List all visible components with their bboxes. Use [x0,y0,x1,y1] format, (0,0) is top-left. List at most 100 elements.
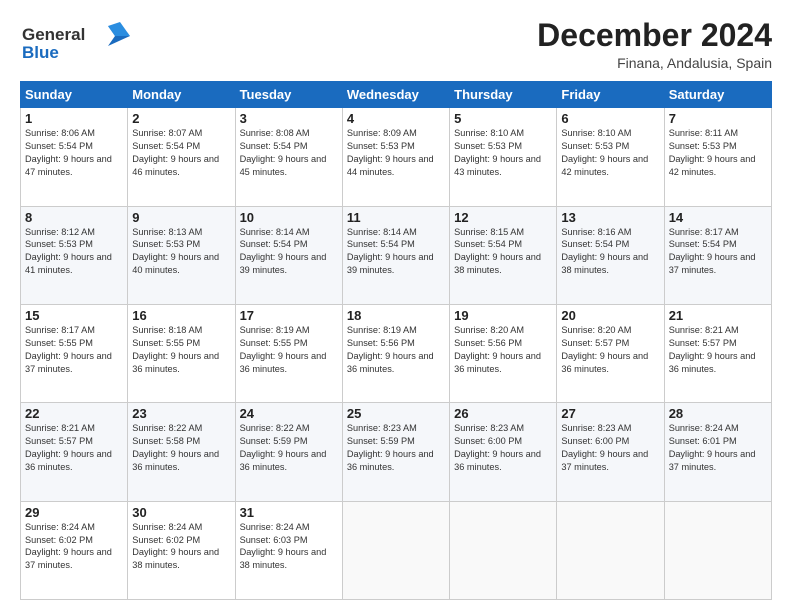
header: General Blue December 2024 Finana, Andal… [20,18,772,71]
day-number: 10 [240,210,338,225]
day-detail: Sunrise: 8:17 AM Sunset: 5:55 PM Dayligh… [25,324,123,376]
table-row: 7 Sunrise: 8:11 AM Sunset: 5:53 PM Dayli… [664,108,771,206]
day-detail: Sunrise: 8:12 AM Sunset: 5:53 PM Dayligh… [25,226,123,278]
col-wednesday: Wednesday [342,82,449,108]
day-detail: Sunrise: 8:22 AM Sunset: 5:58 PM Dayligh… [132,422,230,474]
day-detail: Sunrise: 8:16 AM Sunset: 5:54 PM Dayligh… [561,226,659,278]
day-number: 7 [669,111,767,126]
col-thursday: Thursday [450,82,557,108]
day-number: 22 [25,406,123,421]
col-monday: Monday [128,82,235,108]
table-row: 16 Sunrise: 8:18 AM Sunset: 5:55 PM Dayl… [128,304,235,402]
day-number: 15 [25,308,123,323]
day-number: 16 [132,308,230,323]
table-row: 3 Sunrise: 8:08 AM Sunset: 5:54 PM Dayli… [235,108,342,206]
day-number: 18 [347,308,445,323]
day-number: 19 [454,308,552,323]
day-number: 28 [669,406,767,421]
day-detail: Sunrise: 8:19 AM Sunset: 5:56 PM Dayligh… [347,324,445,376]
day-number: 6 [561,111,659,126]
day-number: 1 [25,111,123,126]
day-detail: Sunrise: 8:24 AM Sunset: 6:02 PM Dayligh… [132,521,230,573]
table-row: 18 Sunrise: 8:19 AM Sunset: 5:56 PM Dayl… [342,304,449,402]
table-row: 17 Sunrise: 8:19 AM Sunset: 5:55 PM Dayl… [235,304,342,402]
table-row: 8 Sunrise: 8:12 AM Sunset: 5:53 PM Dayli… [21,206,128,304]
table-row: 13 Sunrise: 8:16 AM Sunset: 5:54 PM Dayl… [557,206,664,304]
day-number: 23 [132,406,230,421]
table-row: 12 Sunrise: 8:15 AM Sunset: 5:54 PM Dayl… [450,206,557,304]
col-friday: Friday [557,82,664,108]
table-row: 21 Sunrise: 8:21 AM Sunset: 5:57 PM Dayl… [664,304,771,402]
day-detail: Sunrise: 8:07 AM Sunset: 5:54 PM Dayligh… [132,127,230,179]
table-row: 22 Sunrise: 8:21 AM Sunset: 5:57 PM Dayl… [21,403,128,501]
day-number: 9 [132,210,230,225]
table-row: 29 Sunrise: 8:24 AM Sunset: 6:02 PM Dayl… [21,501,128,599]
table-row: 26 Sunrise: 8:23 AM Sunset: 6:00 PM Dayl… [450,403,557,501]
table-row: 9 Sunrise: 8:13 AM Sunset: 5:53 PM Dayli… [128,206,235,304]
calendar-page: General Blue December 2024 Finana, Andal… [0,0,792,612]
logo-wordmark: General Blue [20,18,130,67]
day-detail: Sunrise: 8:10 AM Sunset: 5:53 PM Dayligh… [561,127,659,179]
day-detail: Sunrise: 8:20 AM Sunset: 5:57 PM Dayligh… [561,324,659,376]
day-number: 25 [347,406,445,421]
day-number: 4 [347,111,445,126]
col-tuesday: Tuesday [235,82,342,108]
logo: General Blue [20,18,130,67]
day-detail: Sunrise: 8:22 AM Sunset: 5:59 PM Dayligh… [240,422,338,474]
svg-text:Blue: Blue [22,43,59,62]
day-number: 26 [454,406,552,421]
location: Finana, Andalusia, Spain [537,55,772,71]
month-title: December 2024 [537,18,772,53]
day-number: 21 [669,308,767,323]
day-detail: Sunrise: 8:14 AM Sunset: 5:54 PM Dayligh… [240,226,338,278]
day-detail: Sunrise: 8:15 AM Sunset: 5:54 PM Dayligh… [454,226,552,278]
table-row [664,501,771,599]
table-row [557,501,664,599]
svg-text:General: General [22,25,85,44]
day-detail: Sunrise: 8:23 AM Sunset: 5:59 PM Dayligh… [347,422,445,474]
table-row: 6 Sunrise: 8:10 AM Sunset: 5:53 PM Dayli… [557,108,664,206]
day-number: 27 [561,406,659,421]
day-detail: Sunrise: 8:11 AM Sunset: 5:53 PM Dayligh… [669,127,767,179]
day-number: 5 [454,111,552,126]
table-row: 28 Sunrise: 8:24 AM Sunset: 6:01 PM Dayl… [664,403,771,501]
day-detail: Sunrise: 8:24 AM Sunset: 6:03 PM Dayligh… [240,521,338,573]
day-detail: Sunrise: 8:18 AM Sunset: 5:55 PM Dayligh… [132,324,230,376]
day-detail: Sunrise: 8:20 AM Sunset: 5:56 PM Dayligh… [454,324,552,376]
day-number: 29 [25,505,123,520]
table-row: 1 Sunrise: 8:06 AM Sunset: 5:54 PM Dayli… [21,108,128,206]
day-number: 12 [454,210,552,225]
day-number: 14 [669,210,767,225]
table-row: 15 Sunrise: 8:17 AM Sunset: 5:55 PM Dayl… [21,304,128,402]
table-row: 23 Sunrise: 8:22 AM Sunset: 5:58 PM Dayl… [128,403,235,501]
table-row: 14 Sunrise: 8:17 AM Sunset: 5:54 PM Dayl… [664,206,771,304]
table-row: 24 Sunrise: 8:22 AM Sunset: 5:59 PM Dayl… [235,403,342,501]
day-detail: Sunrise: 8:17 AM Sunset: 5:54 PM Dayligh… [669,226,767,278]
day-number: 20 [561,308,659,323]
day-number: 24 [240,406,338,421]
day-detail: Sunrise: 8:24 AM Sunset: 6:01 PM Dayligh… [669,422,767,474]
table-row: 5 Sunrise: 8:10 AM Sunset: 5:53 PM Dayli… [450,108,557,206]
day-detail: Sunrise: 8:14 AM Sunset: 5:54 PM Dayligh… [347,226,445,278]
day-number: 13 [561,210,659,225]
title-block: December 2024 Finana, Andalusia, Spain [537,18,772,71]
table-row [342,501,449,599]
table-row: 25 Sunrise: 8:23 AM Sunset: 5:59 PM Dayl… [342,403,449,501]
calendar-table: Sunday Monday Tuesday Wednesday Thursday… [20,81,772,600]
day-detail: Sunrise: 8:10 AM Sunset: 5:53 PM Dayligh… [454,127,552,179]
col-saturday: Saturday [664,82,771,108]
table-row: 4 Sunrise: 8:09 AM Sunset: 5:53 PM Dayli… [342,108,449,206]
table-row: 20 Sunrise: 8:20 AM Sunset: 5:57 PM Dayl… [557,304,664,402]
table-row: 31 Sunrise: 8:24 AM Sunset: 6:03 PM Dayl… [235,501,342,599]
day-number: 2 [132,111,230,126]
day-detail: Sunrise: 8:23 AM Sunset: 6:00 PM Dayligh… [454,422,552,474]
day-detail: Sunrise: 8:06 AM Sunset: 5:54 PM Dayligh… [25,127,123,179]
day-number: 30 [132,505,230,520]
day-detail: Sunrise: 8:21 AM Sunset: 5:57 PM Dayligh… [25,422,123,474]
day-number: 11 [347,210,445,225]
day-detail: Sunrise: 8:19 AM Sunset: 5:55 PM Dayligh… [240,324,338,376]
day-number: 3 [240,111,338,126]
table-row: 30 Sunrise: 8:24 AM Sunset: 6:02 PM Dayl… [128,501,235,599]
day-detail: Sunrise: 8:08 AM Sunset: 5:54 PM Dayligh… [240,127,338,179]
day-number: 17 [240,308,338,323]
